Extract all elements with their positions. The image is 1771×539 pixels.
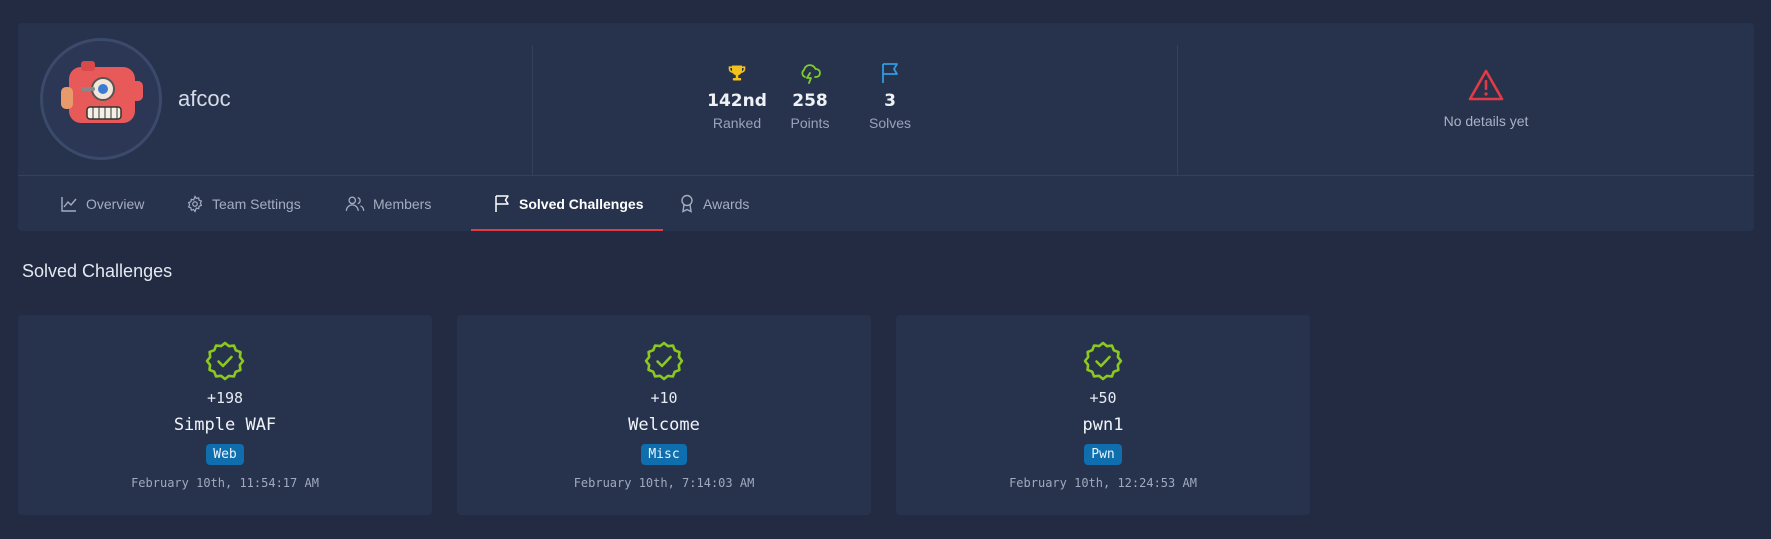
users-icon [345,196,365,211]
tab-label: Members [373,195,432,212]
team-avatar [40,38,162,160]
challenge-card[interactable]: +50 pwn1 Pwn February 10th, 12:24:53 AM [896,315,1310,515]
stat-value: 3 [884,91,896,111]
stat-value: 258 [792,91,828,111]
team-name: afcoc [178,86,231,111]
cloud-lightning-icon [770,59,850,87]
tab-label: Overview [86,195,145,212]
section-title: Solved Challenges [22,261,173,281]
tab-label: Team Settings [212,195,301,212]
category-badge: Pwn [1084,444,1122,465]
challenge-name: Welcome [628,415,700,435]
tab-label: Solved Challenges [519,195,644,212]
tab-label: Awards [703,195,750,212]
flag-icon [495,195,509,212]
solve-date: February 10th, 12:24:53 AM [1009,476,1197,490]
award-icon [681,194,693,213]
profile-header: afcoc 142nd Ranked 258 Points 3 Solves N… [18,23,1754,175]
tab-overview[interactable]: Overview [60,176,144,231]
team-tabs: Overview Team Settings Members Solved Ch… [18,176,1754,231]
warning-icon [1468,69,1504,101]
stat-points: 258 Points [770,59,850,131]
check-badge-icon [1083,341,1123,381]
stat-value: 142nd [707,91,767,111]
team-profile-card: afcoc 142nd Ranked 258 Points 3 Solves N… [18,23,1754,231]
divider [532,45,533,175]
challenge-name: pwn1 [1082,415,1124,435]
chart-line-icon [61,196,77,212]
challenge-card[interactable]: +198 Simple WAF Web February 10th, 11:54… [18,315,432,515]
gear-icon [187,194,203,213]
check-badge-icon [205,341,245,381]
stat-ranked: 142nd Ranked [697,59,777,131]
challenge-card[interactable]: +10 Welcome Misc February 10th, 7:14:03 … [457,315,871,515]
trophy-icon [697,59,777,87]
solve-date: February 10th, 11:54:17 AM [131,476,319,490]
challenge-points: +50 [1089,389,1117,407]
tab-solved-challenges[interactable]: Solved Challenges [470,176,665,231]
robot-avatar-icon [61,61,143,123]
challenge-points: +198 [206,389,244,407]
team-details: No details yet [1421,68,1551,129]
solve-date: February 10th, 7:14:03 AM [573,476,755,490]
tab-awards[interactable]: Awards [679,176,749,231]
challenge-points: +10 [650,389,678,407]
challenge-name: Simple WAF [173,415,277,435]
no-details-text: No details yet [1443,113,1529,129]
flag-icon [850,59,930,87]
divider [1177,45,1178,175]
stat-label: Ranked [712,115,762,131]
tab-members[interactable]: Members [345,176,431,231]
tab-team-settings[interactable]: Team Settings [186,176,301,231]
check-badge-icon [644,341,684,381]
stat-solves: 3 Solves [850,59,930,131]
category-badge: Misc [641,444,687,465]
stat-label: Solves [868,115,912,131]
category-badge: Web [206,444,244,465]
stat-label: Points [790,115,830,131]
